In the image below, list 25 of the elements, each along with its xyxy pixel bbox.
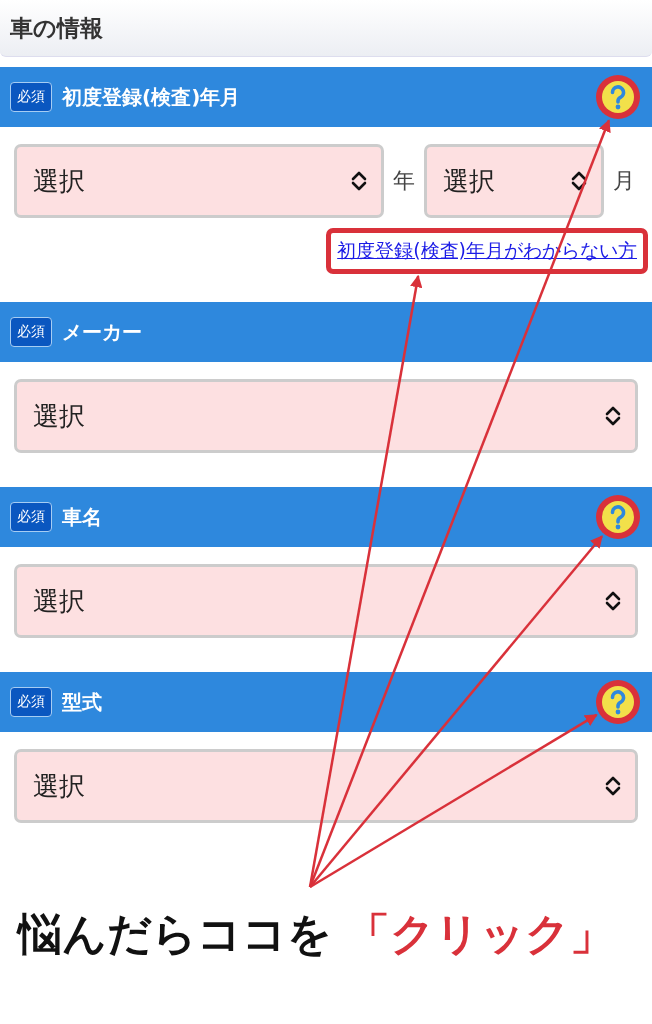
- select-field[interactable]: 選択: [14, 749, 638, 823]
- field-label: 車名: [62, 503, 103, 531]
- up-down-chevron-icon: [603, 590, 623, 612]
- up-down-chevron-icon: [603, 405, 623, 427]
- help-icon[interactable]: [594, 678, 642, 726]
- field-label: 型式: [62, 688, 103, 716]
- caption-text: 悩んだらココを: [18, 908, 332, 959]
- up-down-chevron-icon: [603, 775, 623, 797]
- help-icon[interactable]: [594, 493, 642, 541]
- unit-label: 月: [612, 167, 636, 195]
- up-down-chevron-icon: [349, 170, 369, 192]
- caption-emphasis: 「クリック」: [346, 908, 614, 959]
- unit-label: 年: [392, 167, 416, 195]
- required-badge: 必須: [10, 687, 52, 717]
- select-field[interactable]: 選択: [14, 144, 384, 218]
- select-field[interactable]: 選択: [424, 144, 604, 218]
- help-icon[interactable]: [594, 73, 642, 121]
- required-badge: 必須: [10, 502, 52, 532]
- select-field[interactable]: 選択: [14, 379, 638, 453]
- select-field[interactable]: 選択: [14, 564, 638, 638]
- section-title: 車の情報: [10, 13, 103, 43]
- field-label: 初度登録(検査)年月: [62, 83, 242, 111]
- field-label: メーカー: [62, 318, 143, 346]
- required-badge: 必須: [10, 82, 52, 112]
- required-badge: 必須: [10, 317, 52, 347]
